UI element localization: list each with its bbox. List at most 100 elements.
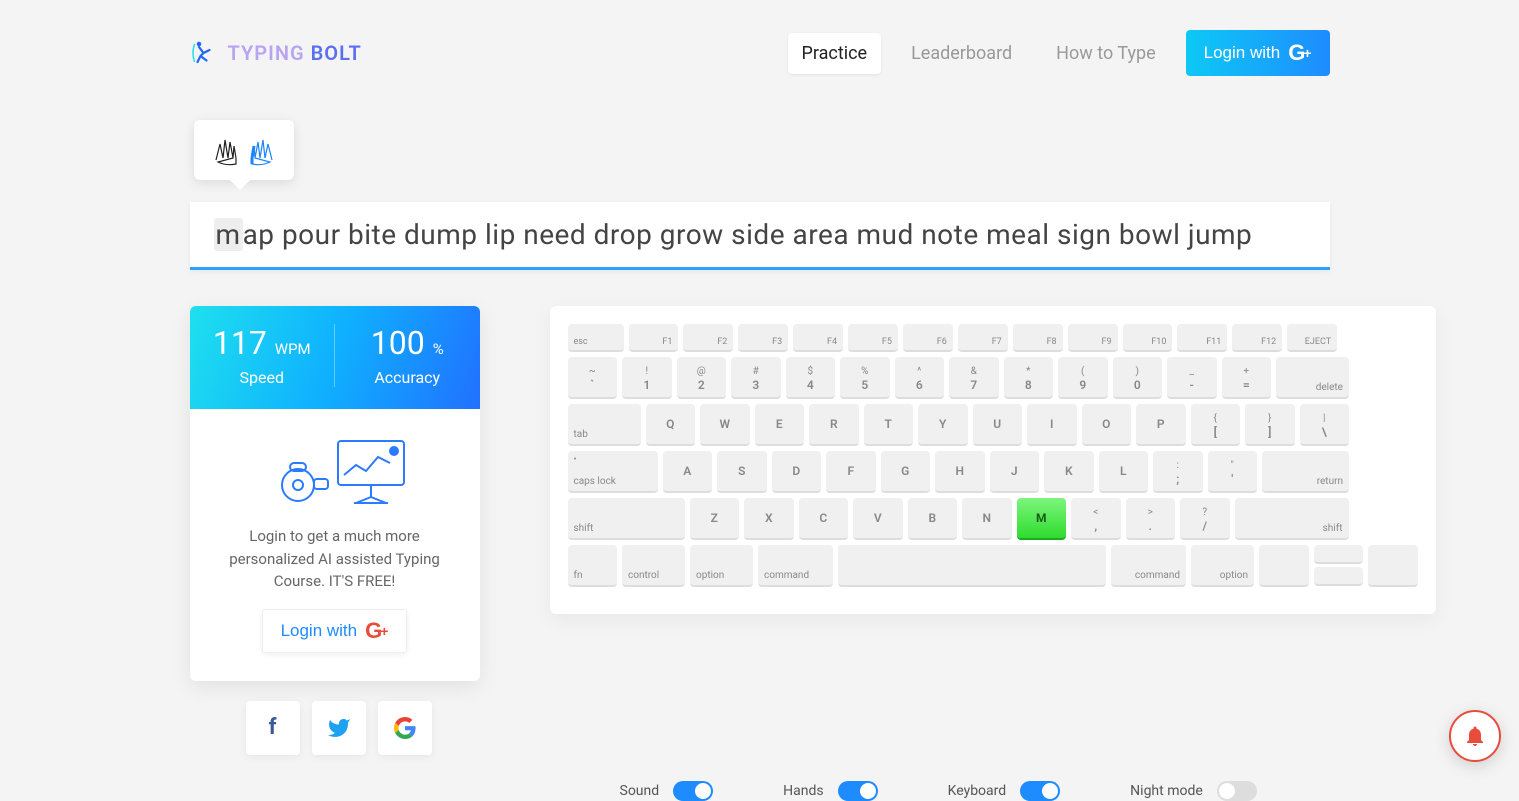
logo-text: TYPING BOLT xyxy=(228,41,362,65)
key-backslash: |\ xyxy=(1300,404,1350,446)
key-8: *8 xyxy=(1004,357,1054,399)
key-g: G xyxy=(881,451,931,493)
key-arrow-right xyxy=(1368,545,1418,587)
key-f4: F4 xyxy=(793,324,843,352)
key-f9: F9 xyxy=(1068,324,1118,352)
key-b: B xyxy=(908,498,958,540)
stats-login-button[interactable]: Login with G+ xyxy=(262,609,408,653)
key-4: $4 xyxy=(786,357,836,399)
key-f10: F10 xyxy=(1123,324,1173,352)
key-v: V xyxy=(853,498,903,540)
key-f7: F7 xyxy=(958,324,1008,352)
bell-icon xyxy=(1463,724,1487,748)
key-u: U xyxy=(973,404,1023,446)
key-f2: F2 xyxy=(683,324,733,352)
toggle-sound-switch[interactable] xyxy=(673,781,713,801)
stats-message: Login to get a much more personalized AI… xyxy=(214,525,456,593)
key-q: Q xyxy=(646,404,696,446)
google-plus-icon: G+ xyxy=(1288,42,1311,64)
key-f1: F1 xyxy=(629,324,679,352)
logo[interactable]: TYPING BOLT xyxy=(190,38,362,68)
toggle-sound-label: Sound xyxy=(620,783,660,799)
toggle-night: Night mode xyxy=(1130,781,1257,801)
stats-illustration-icon xyxy=(260,435,410,507)
acc-label: Accuracy xyxy=(335,368,480,387)
stats-card: 117 WPM Speed 100 % Accuracy xyxy=(190,306,480,681)
key-comma: <, xyxy=(1071,498,1121,540)
typing-rest: ap pour bite dump lip need drop grow sid… xyxy=(243,218,1253,251)
twitter-button[interactable] xyxy=(312,701,366,755)
key-a: A xyxy=(663,451,713,493)
toggle-hands: Hands xyxy=(783,781,877,801)
stat-speed: 117 WPM Speed xyxy=(190,324,336,387)
key-f11: F11 xyxy=(1177,324,1227,352)
hands-hint-bubble xyxy=(194,120,294,180)
key-f6: F6 xyxy=(903,324,953,352)
toggle-keyboard-switch[interactable] xyxy=(1020,781,1060,801)
nav-leaderboard[interactable]: Leaderboard xyxy=(897,33,1026,74)
toggle-sound: Sound xyxy=(620,781,714,801)
key-0: )0 xyxy=(1113,357,1163,399)
key-z: Z xyxy=(690,498,740,540)
key-arrow-up xyxy=(1314,545,1364,564)
current-char: m xyxy=(214,218,243,251)
key-i: I xyxy=(1027,404,1077,446)
key-option: option xyxy=(690,545,753,587)
key-r: R xyxy=(809,404,859,446)
typing-line[interactable]: map pour bite dump lip need drop grow si… xyxy=(190,202,1330,270)
key-`: ~` xyxy=(568,357,618,399)
key-y: Y xyxy=(918,404,968,446)
social-row: f xyxy=(246,701,1330,755)
key-delete: delete xyxy=(1276,357,1349,399)
toggle-keyboard: Keyboard xyxy=(948,781,1061,801)
key-tab: tab xyxy=(568,404,641,446)
key-6: ^6 xyxy=(895,357,945,399)
key-9: (9 xyxy=(1058,357,1108,399)
key-period: >. xyxy=(1126,498,1176,540)
key-1: !1 xyxy=(622,357,672,399)
nav-practice[interactable]: Practice xyxy=(788,33,882,74)
twitter-icon xyxy=(327,716,351,740)
wpm-value: 117 xyxy=(213,324,267,362)
toggle-night-label: Night mode xyxy=(1130,783,1203,799)
notification-bell-button[interactable] xyxy=(1449,710,1501,762)
key-command: command xyxy=(758,545,833,587)
key-o: O xyxy=(1082,404,1132,446)
key-j: J xyxy=(990,451,1040,493)
stats-login-label: Login with xyxy=(281,621,358,641)
key-s: S xyxy=(717,451,767,493)
toggles-row: Sound Hands Keyboard Night mode xyxy=(620,781,1330,801)
keyboard: escF1F2F3F4F5F6F7F8F9F10F11F12EJECT ~`!1… xyxy=(550,306,1436,614)
key-f5: F5 xyxy=(848,324,898,352)
key-w: W xyxy=(700,404,750,446)
key--: _- xyxy=(1167,357,1217,399)
key-slash: ?/ xyxy=(1180,498,1230,540)
key-arrow-down xyxy=(1314,567,1364,586)
key-shift-right: shift xyxy=(1235,498,1349,540)
key-quote: "' xyxy=(1208,451,1258,493)
login-button-label: Login with xyxy=(1204,43,1281,63)
key-d: D xyxy=(772,451,822,493)
key-c: C xyxy=(799,498,849,540)
toggle-night-switch[interactable] xyxy=(1217,781,1257,801)
key-f3: F3 xyxy=(738,324,788,352)
key-bracket-open: {[ xyxy=(1191,404,1241,446)
google-button[interactable] xyxy=(378,701,432,755)
header: TYPING BOLT Practice Leaderboard How to … xyxy=(190,0,1330,96)
stat-accuracy: 100 % Accuracy xyxy=(335,324,480,387)
key-e: E xyxy=(755,404,805,446)
facebook-button[interactable]: f xyxy=(246,701,300,755)
key-option-right: option xyxy=(1191,545,1254,587)
toggle-hands-switch[interactable] xyxy=(838,781,878,801)
key-t: T xyxy=(864,404,914,446)
key-f8: F8 xyxy=(1013,324,1063,352)
wpm-unit: WPM xyxy=(275,340,311,358)
nav-howto[interactable]: How to Type xyxy=(1042,33,1169,74)
login-button[interactable]: Login with G+ xyxy=(1186,30,1330,76)
stats-top: 117 WPM Speed 100 % Accuracy xyxy=(190,306,480,409)
nav: Practice Leaderboard How to Type Login w… xyxy=(788,30,1330,76)
key-control: control xyxy=(622,545,685,587)
key-semicolon: :; xyxy=(1153,451,1203,493)
key-3: #3 xyxy=(731,357,781,399)
wpm-label: Speed xyxy=(190,368,335,387)
